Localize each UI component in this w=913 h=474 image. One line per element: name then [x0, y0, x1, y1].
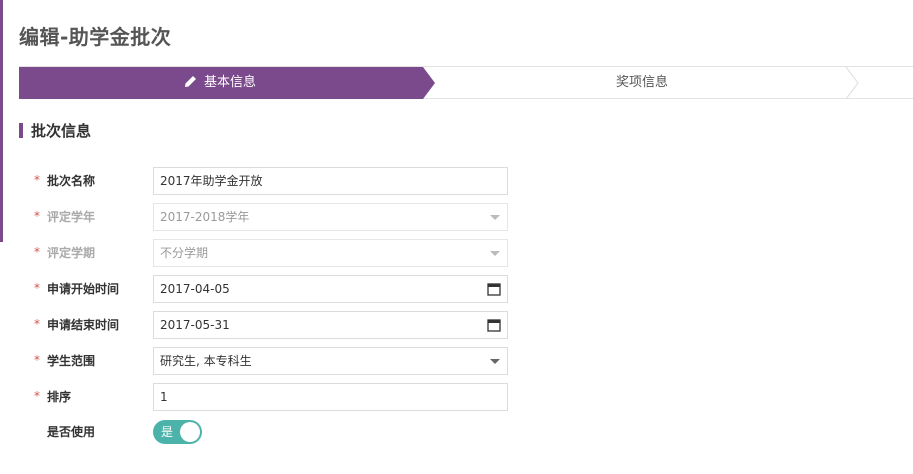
enabled-toggle[interactable]: 是: [153, 420, 202, 444]
apply-start-date-input[interactable]: 2017-04-05: [153, 275, 508, 303]
step-separator: [845, 67, 859, 99]
chevron-down-icon: [490, 359, 500, 364]
calendar-icon[interactable]: [487, 282, 501, 296]
page-title: 编辑-助学金批次: [19, 25, 172, 49]
form-row-batch-name: * 批次名称 2017年助学金开放: [0, 167, 913, 195]
form-row-apply-end: * 申请结束时间 2017-05-31: [0, 311, 913, 339]
form-row-sort: * 排序 1: [0, 383, 913, 411]
form-row-enabled: 是否使用 是: [0, 418, 913, 446]
academic-year-select: 2017-2018学年: [153, 203, 508, 231]
required-mark: *: [34, 281, 40, 295]
sort-value: 1: [160, 390, 168, 404]
apply-start-value: 2017-04-05: [160, 282, 230, 296]
form-row-student-scope: * 学生范围 研究生, 本专科生: [0, 347, 913, 375]
apply-start-label: 申请开始时间: [47, 282, 120, 296]
sort-input[interactable]: 1: [153, 383, 508, 411]
form-row-academic-year: * 评定学年 2017-2018学年: [0, 203, 913, 231]
required-mark: *: [34, 245, 40, 259]
chevron-down-icon: [490, 215, 500, 220]
batch-name-input[interactable]: 2017年助学金开放: [153, 167, 508, 195]
student-scope-label: 学生范围: [47, 354, 96, 368]
step-wizard-shapes: [19, 67, 913, 99]
semester-label: 评定学期: [47, 246, 96, 260]
academic-year-value: 2017-2018学年: [160, 210, 250, 224]
semester-value: 不分学期: [160, 246, 209, 260]
toggle-knob: [180, 422, 200, 442]
required-mark: *: [34, 353, 40, 367]
batch-name-label: 批次名称: [47, 174, 96, 188]
student-scope-value: 研究生, 本专科生: [160, 354, 252, 368]
semester-select: 不分学期: [153, 239, 508, 267]
required-mark: *: [34, 173, 40, 187]
step-wizard: 基本信息 奖项信息: [19, 67, 913, 99]
apply-end-value: 2017-05-31: [160, 318, 230, 332]
batch-name-value: 2017年助学金开放: [160, 174, 263, 188]
apply-end-date-input[interactable]: 2017-05-31: [153, 311, 508, 339]
required-mark: *: [34, 389, 40, 403]
calendar-icon[interactable]: [487, 318, 501, 332]
pencil-icon: [185, 75, 196, 87]
step-basic-info[interactable]: 基本信息: [184, 67, 256, 99]
step-basic-info-label: 基本信息: [204, 75, 257, 90]
required-mark: *: [34, 317, 40, 331]
student-scope-select[interactable]: 研究生, 本专科生: [153, 347, 508, 375]
required-mark: *: [34, 209, 40, 223]
form-row-apply-start: * 申请开始时间 2017-04-05: [0, 275, 913, 303]
form-row-semester: * 评定学期 不分学期: [0, 239, 913, 267]
chevron-down-icon: [490, 251, 500, 256]
enabled-toggle-text: 是: [161, 425, 174, 439]
academic-year-label: 评定学年: [47, 210, 96, 224]
enabled-label: 是否使用: [47, 425, 96, 439]
apply-end-label: 申请结束时间: [47, 318, 120, 332]
section-marker: [19, 123, 23, 138]
section-title: 批次信息: [31, 122, 92, 140]
step-award-info-label: 奖项信息: [616, 75, 669, 90]
step-award-info[interactable]: 奖项信息: [616, 67, 668, 99]
sort-label: 排序: [47, 390, 72, 404]
